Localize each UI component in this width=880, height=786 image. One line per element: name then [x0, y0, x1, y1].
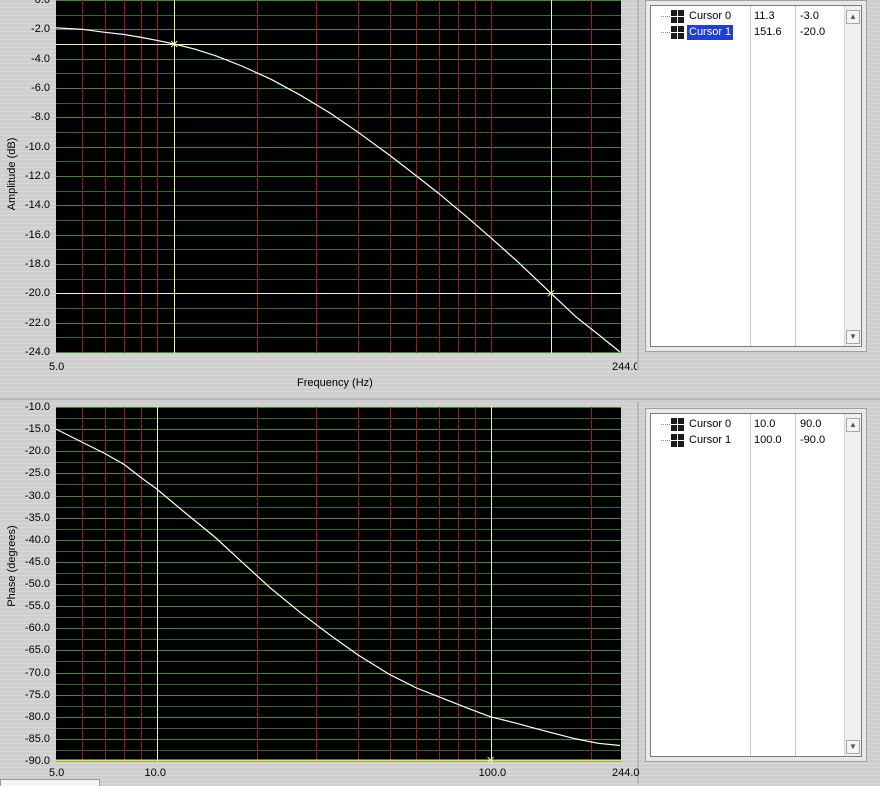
y-tick-label: -4.0	[31, 52, 50, 65]
y-tick-label: -8.0	[31, 111, 50, 124]
y-tick-label: -22.0	[24, 316, 50, 329]
vertical-separator-top	[637, 0, 639, 370]
cursor-x-value[interactable]: 11.3	[754, 9, 775, 24]
cursor-x-value[interactable]: 10.0	[754, 417, 775, 432]
x-tick-label: 100.0	[478, 767, 507, 779]
y-tick-label: -18.0	[24, 258, 50, 270]
y-tick-label: -6.0	[31, 82, 50, 94]
cursor-crosshair-icon	[671, 10, 684, 23]
x-tick-label: 244.0	[612, 767, 640, 779]
y-tick-label: -35.0	[24, 511, 50, 524]
amplitude-legend-scrollbar[interactable]: ▲ ▼	[844, 6, 861, 346]
y-tick-label: -20.0	[24, 287, 50, 300]
cursor-name[interactable]: Cursor 0	[687, 417, 733, 432]
y-tick-label: -16.0	[24, 228, 50, 241]
y-tick-label: -40.0	[24, 533, 50, 546]
cursor-crosshair-icon	[671, 418, 684, 431]
data-trace	[56, 27, 621, 353]
x-tick-label: 244.0	[612, 361, 640, 373]
y-tick-label: -70.0	[24, 666, 50, 679]
y-tick-label: -85.0	[24, 732, 50, 745]
graph-separator	[0, 398, 880, 400]
y-tick-label: -12.0	[24, 170, 50, 182]
y-tick-label: -65.0	[24, 644, 50, 657]
cursor-name[interactable]: Cursor 1	[687, 433, 733, 448]
cursor-row[interactable]: Cursor 0 10.0 90.0	[651, 417, 843, 432]
cursor-y-value[interactable]: 90.0	[800, 417, 821, 432]
tree-connector	[661, 424, 670, 425]
cursor-y-value[interactable]: -20.0	[800, 25, 825, 40]
y-tick-label: -24.0	[24, 346, 50, 358]
y-tick-label: -75.0	[24, 688, 50, 701]
tree-connector	[661, 32, 670, 33]
y-tick-label: -60.0	[24, 622, 50, 635]
y-tick-label: -15.0	[24, 423, 50, 436]
y-tick-label: -10.0	[24, 401, 50, 413]
scroll-up-button[interactable]: ▲	[846, 10, 860, 24]
cursor-y-value[interactable]: -90.0	[800, 433, 825, 448]
cursor-x-value[interactable]: 100.0	[754, 433, 782, 448]
amplitude-plot-area[interactable]	[56, 0, 621, 353]
cursor-row[interactable]: Cursor 1 151.6 -20.0	[651, 25, 843, 40]
y-tick-label: -20.0	[24, 445, 50, 458]
cursor-name[interactable]: Cursor 0	[687, 9, 733, 24]
phase-cursor-legend[interactable]: Cursor 0 10.0 90.0 Cursor 1 100.0 -90.0 ▲ ▼	[645, 408, 867, 762]
cursor-y-value[interactable]: -3.0	[800, 9, 819, 24]
scroll-up-button[interactable]: ▲	[846, 418, 860, 432]
y-tick-label: -30.0	[24, 489, 50, 502]
x-tick-label: 5.0	[49, 767, 65, 779]
tree-connector	[661, 16, 670, 17]
y-tick-label: -80.0	[24, 710, 50, 723]
y-tick-label: -45.0	[24, 555, 50, 568]
y-tick-label: 0.0	[34, 0, 50, 6]
bottom-tab[interactable]	[0, 779, 100, 786]
scroll-down-button[interactable]: ▼	[846, 330, 860, 344]
y-tick-label: -25.0	[24, 467, 50, 480]
y-tick-label: -14.0	[24, 199, 50, 212]
phase-plot-area[interactable]	[56, 407, 621, 762]
y-tick-label: -2.0	[31, 23, 50, 36]
cursor-crosshair-icon	[671, 26, 684, 39]
y-tick-label: -55.0	[24, 600, 50, 613]
y-tick-label: -50.0	[24, 578, 50, 590]
y-tick-label: -10.0	[24, 140, 50, 153]
cursor-row[interactable]: Cursor 0 11.3 -3.0	[651, 9, 843, 24]
cursor-row[interactable]: Cursor 1 100.0 -90.0	[651, 433, 843, 448]
vertical-separator-bottom	[637, 402, 639, 784]
tree-connector	[661, 440, 670, 441]
x-tick-label: 5.0	[49, 361, 65, 373]
y-tick-label: -90.0	[24, 755, 50, 767]
cursor-name[interactable]: Cursor 1	[687, 25, 734, 40]
data-trace	[56, 428, 621, 747]
cursor-x-value[interactable]: 151.6	[754, 25, 782, 40]
scroll-down-button[interactable]: ▼	[846, 740, 860, 754]
phase-legend-scrollbar[interactable]: ▲ ▼	[844, 414, 861, 756]
amplitude-cursor-legend[interactable]: Cursor 0 11.3 -3.0 Cursor 1 151.6 -20.0 ▲ ▼	[645, 0, 867, 352]
x-tick-label: 10.0	[144, 767, 166, 779]
amplitude-x-axis-title: Frequency (Hz)	[297, 377, 373, 389]
cursor-crosshair-icon	[671, 434, 684, 447]
